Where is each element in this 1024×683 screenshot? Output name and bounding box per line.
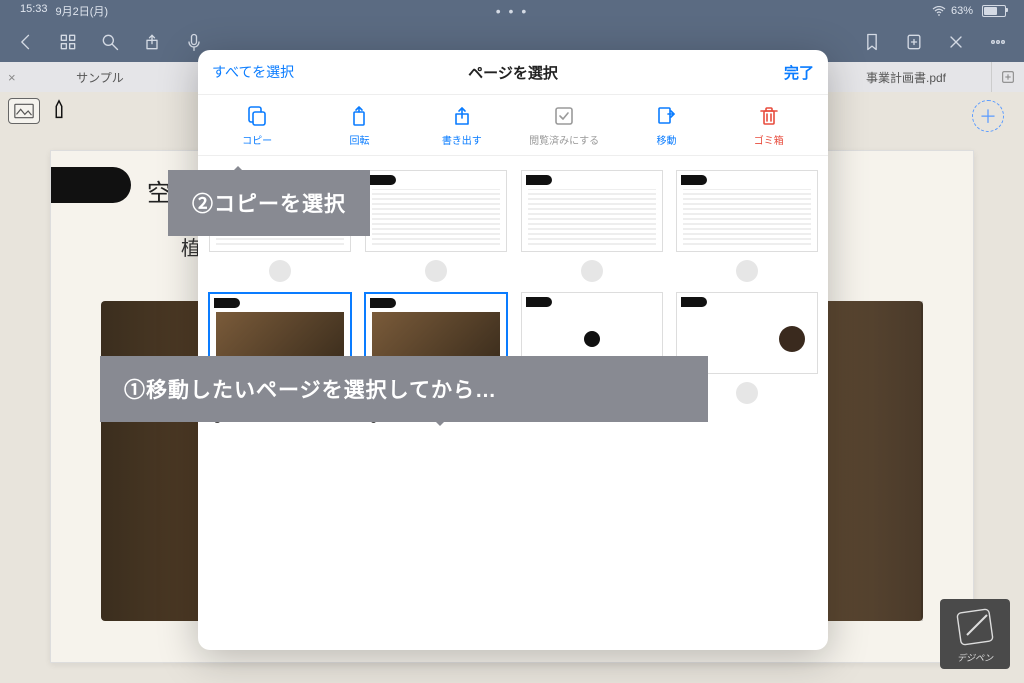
bookmark-icon[interactable]	[862, 32, 882, 52]
action-mark-read: 閲覧済みにする	[522, 104, 606, 147]
callout-select-page: ①移動したいページを選択してから…	[100, 356, 708, 422]
tab-label: 事業計画書.pdf	[866, 69, 946, 86]
page-thumbnail[interactable]	[364, 170, 508, 282]
new-page-icon[interactable]	[904, 32, 924, 52]
doc-toolbar	[8, 98, 68, 124]
page-select-modal: すべてを選択 ページを選択 完了 コピー 回転 書き出す 閲覧済みにする	[198, 50, 828, 650]
copy-icon	[245, 104, 269, 128]
watermark-label: デジペン	[957, 651, 993, 664]
battery-percent: 63%	[951, 5, 973, 17]
modal-header: すべてを選択 ページを選択 完了	[198, 50, 828, 95]
action-export[interactable]: 書き出す	[420, 104, 504, 147]
action-trash[interactable]: ゴミ箱	[727, 104, 811, 147]
action-move[interactable]: 移動	[624, 104, 708, 147]
modal-title: ページを選択	[468, 62, 558, 83]
action-label: コピー	[242, 132, 272, 147]
share-icon[interactable]	[142, 32, 162, 52]
battery-icon	[978, 5, 1006, 17]
action-label: 書き出す	[442, 132, 482, 147]
tab-sample[interactable]: × サンプル	[0, 62, 201, 92]
tab-label: サンプル	[76, 69, 124, 86]
modal-action-bar: コピー 回転 書き出す 閲覧済みにする 移動 ゴミ箱	[198, 95, 828, 156]
search-icon[interactable]	[100, 32, 120, 52]
action-rotate[interactable]: 回転	[317, 104, 401, 147]
thumbnail-checkbox[interactable]	[269, 260, 291, 282]
status-time: 15:33	[20, 3, 48, 19]
image-tool-icon[interactable]	[8, 98, 40, 124]
select-all-button[interactable]: すべてを選択	[212, 62, 294, 82]
tab-business-plan[interactable]: 事業計画書.pdf	[820, 62, 992, 92]
status-date: 9月2日(月)	[56, 3, 109, 19]
action-label: 回転	[349, 132, 369, 147]
done-button[interactable]: 完了	[784, 62, 814, 83]
status-dots: • • •	[496, 3, 528, 19]
action-label: ゴミ箱	[754, 132, 784, 147]
back-icon[interactable]	[16, 32, 36, 52]
close-tab-icon[interactable]: ×	[8, 70, 16, 85]
thumbnail-checkbox[interactable]	[425, 260, 447, 282]
viewport: 15:33 9月2日(月) • • • 63% × サンプル	[0, 0, 1024, 683]
action-label: 移動	[656, 132, 676, 147]
callout-copy: ②コピーを選択	[168, 170, 370, 236]
trash-icon	[757, 104, 781, 128]
thumbnail-checkbox[interactable]	[736, 260, 758, 282]
check-icon	[552, 104, 576, 128]
move-icon	[654, 104, 678, 128]
heading-tab-shape	[51, 167, 131, 203]
mic-icon[interactable]	[184, 32, 204, 52]
new-tab-icon[interactable]	[992, 69, 1024, 85]
watermark: デジペン	[940, 599, 1010, 669]
more-icon[interactable]	[988, 32, 1008, 52]
grid-icon[interactable]	[58, 32, 78, 52]
page-thumbnail[interactable]	[675, 170, 818, 282]
action-label: 閲覧済みにする	[529, 132, 599, 147]
pen-tool-icon[interactable]	[50, 99, 68, 123]
wifi-icon	[932, 6, 946, 16]
thumbnail-checkbox[interactable]	[581, 260, 603, 282]
action-copy[interactable]: コピー	[215, 104, 299, 147]
page-thumbnail[interactable]	[520, 170, 663, 282]
export-icon	[450, 104, 474, 128]
thumbnail-checkbox[interactable]	[736, 382, 758, 404]
add-element-button[interactable]: ＋	[972, 100, 1004, 132]
status-bar: 15:33 9月2日(月) • • • 63%	[0, 0, 1024, 22]
rotate-icon	[347, 104, 371, 128]
close-icon[interactable]	[946, 32, 966, 52]
